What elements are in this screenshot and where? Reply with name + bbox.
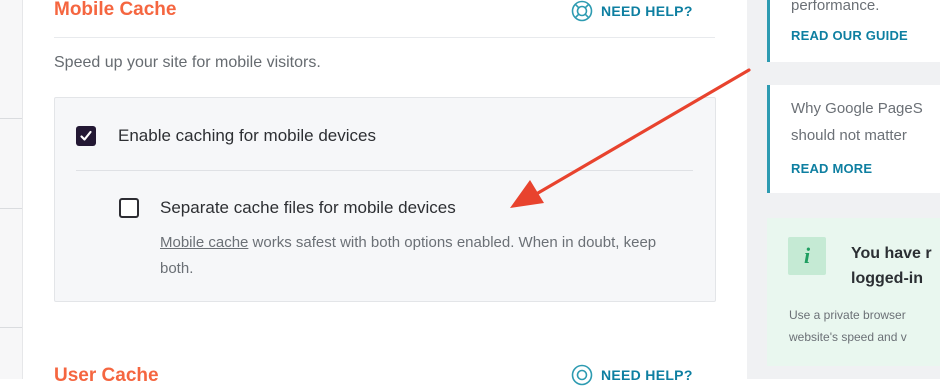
section-divider (54, 37, 715, 38)
read-more-link[interactable]: READ MORE (791, 161, 940, 176)
notice-title-line: You have r (851, 245, 932, 262)
enable-mobile-checkbox[interactable] (76, 126, 96, 146)
separate-files-checkbox[interactable] (119, 198, 139, 218)
need-help-label: NEED HELP? (601, 3, 693, 19)
lifebuoy-icon (571, 364, 593, 386)
card-text: should not matter (791, 127, 907, 144)
lifebuoy-icon (571, 0, 593, 22)
need-help-link[interactable]: NEED HELP? (571, 364, 693, 386)
sidebar-card-guide: performance. READ OUR GUIDE (767, 0, 940, 62)
gutter-divider (0, 327, 22, 328)
section-description: Speed up your site for mobile visitors. (54, 54, 321, 71)
gutter-divider (0, 118, 22, 119)
need-help-label: NEED HELP? (601, 367, 693, 383)
gutter-divider (0, 208, 22, 209)
card-text: performance. (791, 0, 880, 14)
notice-text-line: Use a private browser (789, 308, 906, 322)
section-title-mobile-cache: Mobile Cache (54, 0, 177, 20)
panel-divider (76, 170, 693, 171)
section-title-user-cache: User Cache (54, 365, 159, 386)
notice-text: Use a private browser website's speed an… (789, 304, 940, 348)
notice-text-line: website's speed and v (789, 330, 907, 344)
info-icon: i (788, 237, 826, 275)
sidebar-card-pagespeed: Why Google PageS should not matter READ … (767, 85, 940, 193)
need-help-link[interactable]: NEED HELP? (571, 0, 693, 22)
checkmark-icon (80, 130, 92, 141)
separate-files-label[interactable]: Separate cache files for mobile devices (160, 198, 456, 218)
option-helptext: Mobile cache works safest with both opti… (160, 230, 680, 282)
mobile-cache-doc-link[interactable]: Mobile cache (160, 234, 248, 251)
sidebar-notice: i You have r logged-in Use a private bro… (767, 218, 940, 366)
enable-mobile-label[interactable]: Enable caching for mobile devices (118, 126, 376, 146)
notice-title-line: logged-in (851, 270, 923, 287)
card-text: Why Google PageS (791, 100, 923, 117)
notice-title: You have r logged-in (851, 241, 940, 291)
read-our-guide-link[interactable]: READ OUR GUIDE (791, 28, 940, 43)
left-gutter (0, 0, 23, 379)
